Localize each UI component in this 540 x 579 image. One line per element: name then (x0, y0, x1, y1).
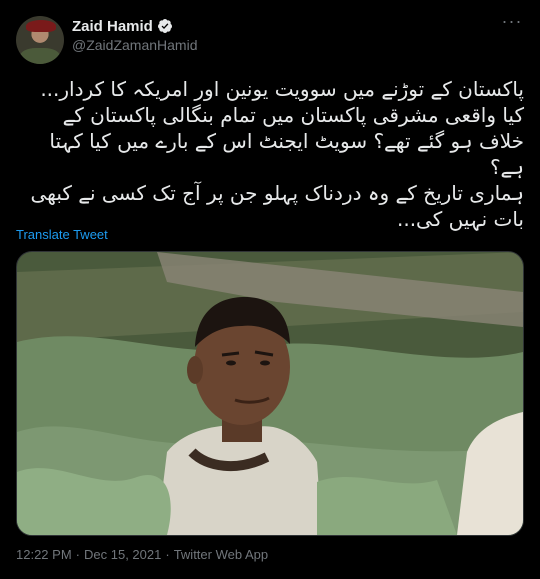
handle[interactable]: @ZaidZamanHamid (72, 37, 197, 53)
translate-tweet-link[interactable]: Translate Tweet (16, 227, 108, 242)
avatar[interactable] (16, 16, 64, 64)
verified-badge-icon (157, 19, 172, 33)
avatar-shoulders (20, 48, 60, 64)
tweet-card: Zaid Hamid @ZaidZamanHamid ··· پاکستان ک… (0, 0, 540, 579)
tweet-text: پاکستان کے توڑنے میں سوویت یونین اور امر… (30, 77, 524, 231)
name-row: Zaid Hamid (72, 16, 173, 36)
meta-separator: · (75, 547, 80, 562)
tweet-time[interactable]: 12:22 PM (16, 547, 72, 562)
tweet-date[interactable]: Dec 15, 2021 (84, 547, 161, 562)
tweet-source: Twitter Web App (173, 547, 269, 562)
display-name[interactable]: Zaid Hamid (72, 18, 153, 35)
tweet-video[interactable] (16, 251, 524, 536)
video-frame (17, 252, 523, 535)
more-options-icon[interactable]: ··· (500, 12, 524, 34)
meta-separator: · (165, 547, 170, 562)
tweet-meta: 12:22 PM · Dec 15, 2021 · Twitter Web Ap… (16, 547, 268, 562)
avatar-beret (26, 20, 56, 32)
